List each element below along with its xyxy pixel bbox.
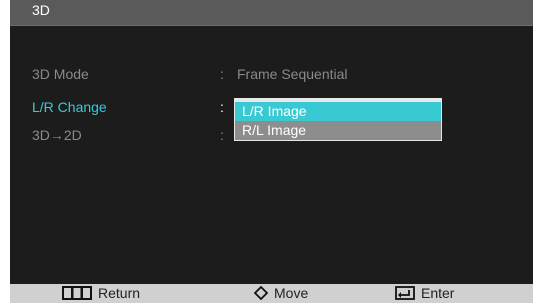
enter-hint[interactable]: Enter <box>395 284 454 303</box>
menu-item-3d-mode[interactable]: 3D Mode <box>32 66 89 82</box>
enter-icon <box>395 286 415 300</box>
dropdown-option-selected[interactable]: L/R Image <box>235 102 441 121</box>
return-hint[interactable]: Return <box>62 284 140 303</box>
move-hint[interactable]: Move <box>253 284 309 303</box>
diamond-arrows-icon <box>253 285 269 301</box>
menu-item-separator: : <box>220 99 224 115</box>
menu-item-separator: : <box>220 66 224 82</box>
lr-change-dropdown[interactable]: L/R Image R/L Image <box>234 98 442 141</box>
menu-item-lr-change[interactable]: L/R Change <box>32 99 107 115</box>
menu-return-icon <box>62 286 92 300</box>
osd-panel: 3D 3D Mode : Frame Sequential L/R Change… <box>10 0 533 303</box>
page-title: 3D <box>32 2 50 18</box>
dropdown-option[interactable]: R/L Image <box>235 121 441 140</box>
title-bar: 3D <box>10 0 533 26</box>
menu-item-3d-to-2d[interactable]: 3D→2D <box>32 127 82 143</box>
move-label: Move <box>274 285 309 301</box>
button-guide-bar: Return Move Enter <box>10 284 533 303</box>
menu-item-separator: : <box>220 127 224 143</box>
menu-item-value: Frame Sequential <box>237 66 348 82</box>
enter-label: Enter <box>421 285 455 301</box>
return-label: Return <box>98 285 141 301</box>
